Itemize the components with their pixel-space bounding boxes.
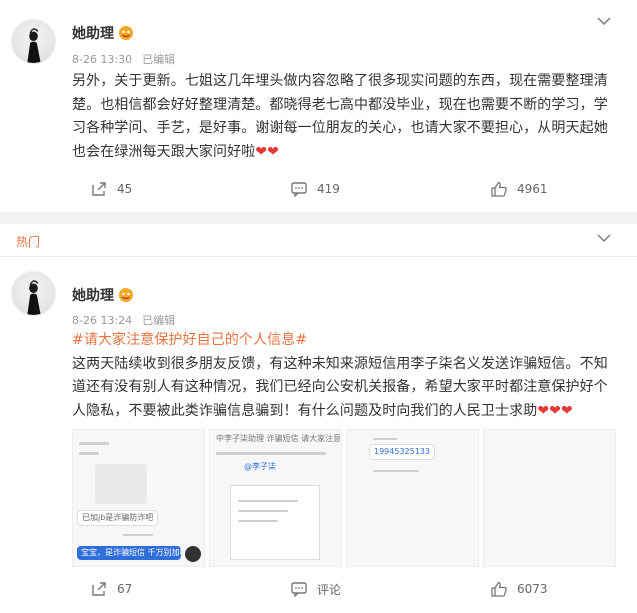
image-placeholder-line bbox=[79, 452, 99, 455]
thumbs-up-icon bbox=[491, 581, 507, 597]
image-placeholder-line bbox=[238, 510, 288, 512]
image-thumbnail[interactable]: 中李子柒助理 诈骗短信 请大家注意防骗 @李子柒 bbox=[209, 429, 342, 567]
avatar-silhouette-icon bbox=[27, 280, 41, 315]
image-tag-text: @李子柒 bbox=[244, 462, 276, 471]
author-name[interactable]: 她助理 bbox=[72, 285, 114, 305]
post-time[interactable]: 8-26 13:24 bbox=[72, 314, 132, 327]
repost-icon bbox=[92, 582, 106, 596]
avatar[interactable] bbox=[11, 271, 56, 316]
like-count: 6073 bbox=[517, 582, 548, 596]
repost-button[interactable]: 67 bbox=[90, 580, 132, 598]
chat-avatar bbox=[185, 546, 201, 562]
image-thumbnail[interactable]: 已加jb是诈骗防诈吧 宝宝，是诈骗短信 千万别加啊 ~ bbox=[72, 429, 205, 567]
image-placeholder-line bbox=[238, 500, 298, 502]
post-text: #请大家注意保护好自己的个人信息# 这两天陆续收到很多朋友反馈，有这种未知来源短信… bbox=[72, 329, 617, 423]
image-placeholder-line bbox=[79, 442, 109, 445]
vip-badge-icon bbox=[119, 288, 133, 302]
chat-bubble: 宝宝，是诈骗短信 千万别加啊 ~ bbox=[77, 546, 181, 560]
post-body: 这两天陆续收到很多朋友反馈，有这种未知来源短信用李子柒名义发送诈骗短信。不知道还… bbox=[72, 355, 608, 419]
image-placeholder-line bbox=[373, 438, 397, 440]
hashtag-link[interactable]: #请大家注意保护好自己的个人信息# bbox=[72, 329, 617, 353]
comment-icon bbox=[291, 582, 307, 598]
message-placeholder bbox=[95, 464, 147, 504]
image-thumbnail[interactable]: 19945325133 bbox=[346, 429, 479, 567]
like-button[interactable]: 6073 bbox=[490, 580, 548, 598]
sms-card bbox=[230, 485, 320, 560]
action-bar: 67 评论 6073 bbox=[0, 580, 637, 604]
comment-count: 评论 bbox=[317, 582, 342, 597]
weibo-post: 她助理 8-26 13:24 已编辑 #请大家注意保护好自己的个人信息# 这两天陆续… bbox=[0, 0, 637, 613]
comment-button[interactable]: 评论 bbox=[290, 580, 341, 598]
image-thumbnail[interactable] bbox=[483, 429, 616, 567]
repost-count: 67 bbox=[117, 582, 133, 596]
phone-number: 19945325133 bbox=[369, 444, 435, 460]
image-placeholder-line bbox=[216, 452, 326, 455]
chat-bubble: 已加jb是诈骗防诈吧 bbox=[77, 510, 159, 526]
post-meta: 8-26 13:24 已编辑 bbox=[72, 312, 185, 328]
image-grid: 已加jb是诈骗防诈吧 宝宝，是诈骗短信 千万别加啊 ~ 中李子柒助理 诈骗短信 … bbox=[72, 429, 617, 567]
image-header-text: 中李子柒助理 诈骗短信 请大家注意防骗 bbox=[216, 434, 340, 443]
image-placeholder-line bbox=[123, 534, 153, 536]
image-placeholder-line bbox=[373, 470, 419, 472]
edited-label[interactable]: 已编辑 bbox=[142, 314, 175, 327]
image-placeholder-line bbox=[238, 520, 278, 522]
heart-emoji: ❤❤❤ bbox=[537, 402, 573, 419]
